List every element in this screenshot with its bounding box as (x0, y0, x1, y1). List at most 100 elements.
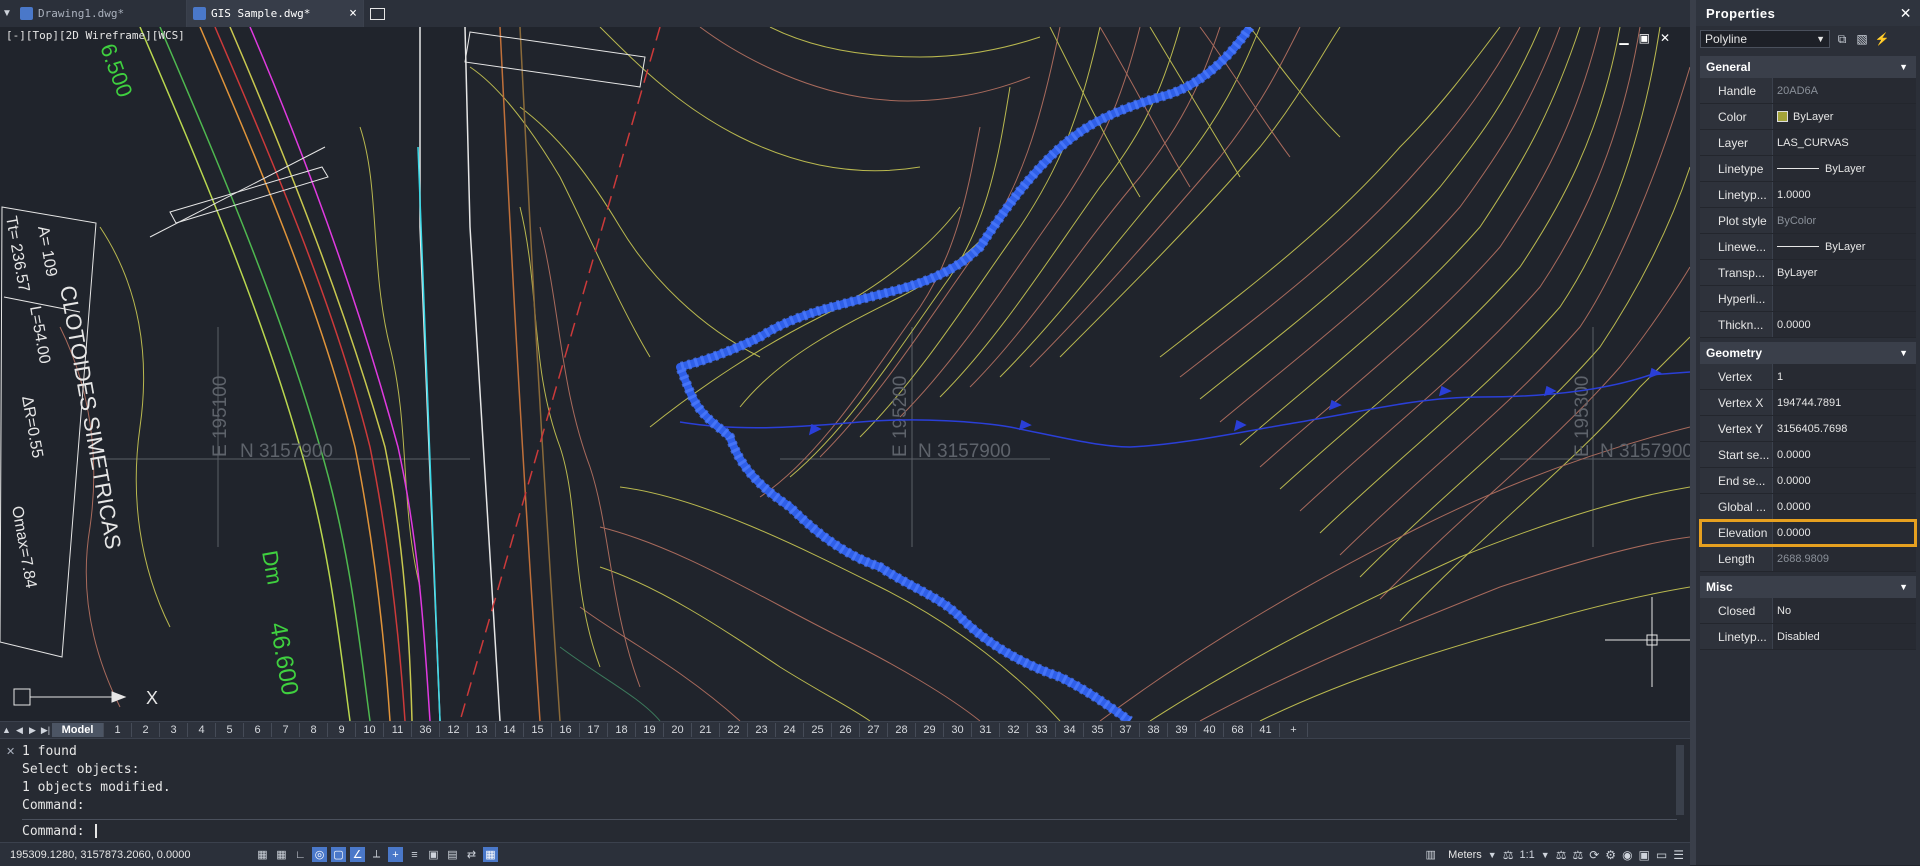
layout-tab[interactable]: 33 (1028, 723, 1056, 737)
minimize-icon[interactable]: ▁ (1619, 31, 1628, 45)
layout-tab[interactable]: 28 (888, 723, 916, 737)
tab-menu-icon[interactable]: ▼ (0, 0, 14, 27)
prop-global-width[interactable]: Global ... 0.0000 (1700, 494, 1916, 520)
prop-length[interactable]: Length 2688.9809 (1700, 546, 1916, 572)
annotation-visibility-icon[interactable]: ⚖ (1556, 848, 1567, 862)
layout-tab[interactable]: 1 (104, 723, 132, 737)
layout-tab[interactable]: 25 (804, 723, 832, 737)
new-tab-button[interactable] (364, 0, 390, 27)
layout-tab[interactable]: 29 (916, 723, 944, 737)
annotation-monitor-icon[interactable]: ▦ (483, 847, 498, 862)
annotation-scale-icon[interactable]: ⚖ (1503, 848, 1514, 862)
lineweight-icon[interactable]: ≡ (407, 847, 422, 862)
command-line[interactable]: Command: (22, 819, 1677, 842)
prop-thickness[interactable]: Thickn... 0.0000 (1700, 312, 1916, 338)
layout-tab[interactable]: 7 (272, 723, 300, 737)
section-geometry[interactable]: Geometry ▼ (1700, 342, 1916, 364)
layout-tab[interactable]: 39 (1168, 723, 1196, 737)
layout-tab[interactable]: 15 (524, 723, 552, 737)
toggle-pickadd-icon[interactable]: ⧉ (1834, 31, 1850, 47)
layout-tab[interactable]: 9 (328, 723, 356, 737)
polar-icon[interactable]: ◎ (312, 847, 327, 862)
layout-tab[interactable]: 16 (552, 723, 580, 737)
clean-screen-icon[interactable]: ▭ (1656, 848, 1667, 862)
units-selector[interactable]: Meters (1448, 849, 1482, 861)
close-icon[interactable]: ✕ (1660, 31, 1670, 45)
layout-tab[interactable]: 14 (496, 723, 524, 737)
prop-color[interactable]: Color ByLayer (1700, 104, 1916, 130)
close-icon[interactable]: ✕ (6, 745, 15, 758)
prop-hyperlink[interactable]: Hyperli... (1700, 286, 1916, 312)
layout-tab[interactable]: 2 (132, 723, 160, 737)
layout-tab[interactable]: 17 (580, 723, 608, 737)
layout-tab[interactable]: 68 (1224, 723, 1252, 737)
layout-tab[interactable]: 27 (860, 723, 888, 737)
command-input[interactable] (94, 824, 97, 838)
layout-tab[interactable]: 11 (384, 723, 412, 737)
auto-scale-icon[interactable]: ⚖ (1572, 848, 1583, 862)
section-misc[interactable]: Misc ▼ (1700, 576, 1916, 598)
prop-linetype[interactable]: Linetype ByLayer (1700, 156, 1916, 182)
next-tab-icon[interactable]: ▶ (26, 723, 39, 737)
layout-tab[interactable]: 22 (720, 723, 748, 737)
menu-icon[interactable]: ☰ (1673, 848, 1684, 862)
snap-icon[interactable]: ▦ (274, 847, 289, 862)
select-objects-icon[interactable]: ▧ (1854, 31, 1870, 47)
chevron-down-icon[interactable]: ▼ (1541, 850, 1550, 860)
layout-tab[interactable]: 6 (244, 723, 272, 737)
layout-tab[interactable]: 21 (692, 723, 720, 737)
close-icon[interactable]: × (341, 6, 357, 21)
prop-elevation[interactable]: Elevation 0.0000 (1699, 519, 1917, 547)
layout-tab[interactable]: 23 (748, 723, 776, 737)
chevron-down-icon[interactable]: ▼ (1488, 850, 1497, 860)
last-tab-icon[interactable]: ▶| (39, 723, 52, 737)
close-icon[interactable]: ✕ (1900, 5, 1912, 22)
section-general[interactable]: General ▼ (1700, 56, 1916, 78)
layout-tab[interactable]: 5 (216, 723, 244, 737)
grid-icon[interactable]: ▦ (255, 847, 270, 862)
layout-tab[interactable]: 26 (832, 723, 860, 737)
layout-tab[interactable]: 12 (440, 723, 468, 737)
dynamic-input-icon[interactable]: + (388, 847, 403, 862)
prop-handle[interactable]: Handle 20AD6A (1700, 78, 1916, 104)
prop-closed[interactable]: Closed No (1700, 598, 1916, 624)
restore-icon[interactable]: ▣ (1639, 31, 1650, 45)
layout-tab[interactable]: 20 (664, 723, 692, 737)
layout-tab[interactable]: 32 (1000, 723, 1028, 737)
drawing-viewport[interactable]: CLOTOIDES SIMETRICAS A= 109 L=54.00 ΔR=0… (0, 27, 1690, 721)
layout-tab[interactable]: 19 (636, 723, 664, 737)
first-tab-icon[interactable]: ▲ (0, 723, 13, 737)
transparency-icon[interactable]: ▣ (426, 847, 441, 862)
layout-tab[interactable]: 36 (412, 723, 440, 737)
quick-properties-icon[interactable]: ▤ (445, 847, 460, 862)
add-layout-tab[interactable]: + (1280, 723, 1308, 737)
prop-linetype-generation[interactable]: Linetyp... Disabled (1700, 624, 1916, 650)
layout-tab[interactable]: 34 (1056, 723, 1084, 737)
layout-tab[interactable]: 18 (608, 723, 636, 737)
tab-model[interactable]: Model (52, 723, 104, 737)
prop-vertex-x[interactable]: Vertex X 194744.7891 (1700, 390, 1916, 416)
viewport-label[interactable]: [-][Top][2D Wireframe][WCS] (6, 29, 185, 42)
selected-polyline[interactable] (673, 27, 1255, 721)
dynamic-ucs-icon[interactable]: ⟂ (369, 847, 384, 862)
quick-select-icon[interactable]: ⚡ (1874, 31, 1890, 47)
prop-vertex[interactable]: Vertex 1 (1700, 364, 1916, 390)
annotation-scale[interactable]: 1:1 (1519, 849, 1534, 861)
layout-tab[interactable]: 31 (972, 723, 1000, 737)
layout-tab[interactable]: 41 (1252, 723, 1280, 737)
workspace-icon[interactable]: ⟳ (1589, 848, 1599, 862)
layout-tab[interactable]: 35 (1084, 723, 1112, 737)
hardware-acceleration-icon[interactable]: ▣ (1639, 848, 1650, 862)
tab-drawing1[interactable]: Drawing1.dwg* (14, 0, 187, 27)
layout-tab[interactable]: 40 (1196, 723, 1224, 737)
prop-vertex-y[interactable]: Vertex Y 3156405.7698 (1700, 416, 1916, 442)
osnap-icon[interactable]: ▢ (331, 847, 346, 862)
command-scrollbar[interactable] (1676, 745, 1684, 815)
otrack-icon[interactable]: ∠ (350, 847, 365, 862)
tab-gis-sample[interactable]: GIS Sample.dwg* × (187, 0, 364, 27)
entity-type-select[interactable]: Polyline ▼ (1700, 30, 1830, 48)
selection-cycling-icon[interactable]: ⇄ (464, 847, 479, 862)
prop-transparency[interactable]: Transp... ByLayer (1700, 260, 1916, 286)
prop-plot-style[interactable]: Plot style ByColor (1700, 208, 1916, 234)
drawing-canvas[interactable]: CLOTOIDES SIMETRICAS A= 109 L=54.00 ΔR=0… (0, 27, 1690, 721)
